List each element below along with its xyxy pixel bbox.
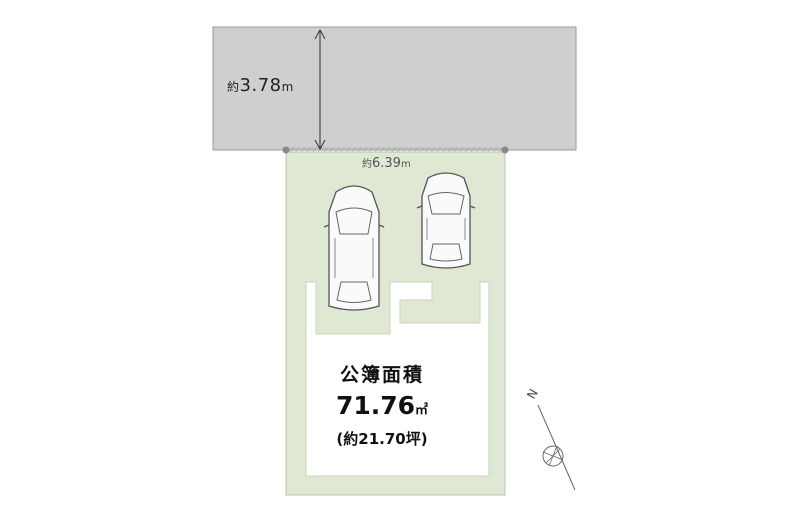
area-title: 公簿面積 [339, 364, 424, 386]
frontage-value: 6.39 [372, 156, 401, 171]
frontage-prefix: 約 [362, 159, 372, 170]
car-icon [416, 172, 476, 269]
boundary-pin-left [282, 146, 290, 154]
car-icon [323, 185, 385, 311]
area-unit: ㎡ [415, 403, 429, 418]
frontage-label: 約6.39m [362, 155, 411, 171]
boundary-strip [285, 147, 506, 153]
area-tsubo: (約21.70坪) [336, 430, 428, 448]
frontage-unit: m [400, 159, 411, 170]
area-value: 71.76 [335, 391, 416, 420]
road-width-value: 3.78 [239, 75, 282, 96]
area-value-line: 71.76㎡ [312, 391, 452, 420]
road-width-label: 約3.78m [227, 75, 294, 96]
boundary-pin-right [501, 146, 509, 154]
compass-icon [537, 404, 576, 491]
road-width-unit: m [281, 80, 294, 94]
road-width-prefix: 約 [227, 80, 240, 94]
